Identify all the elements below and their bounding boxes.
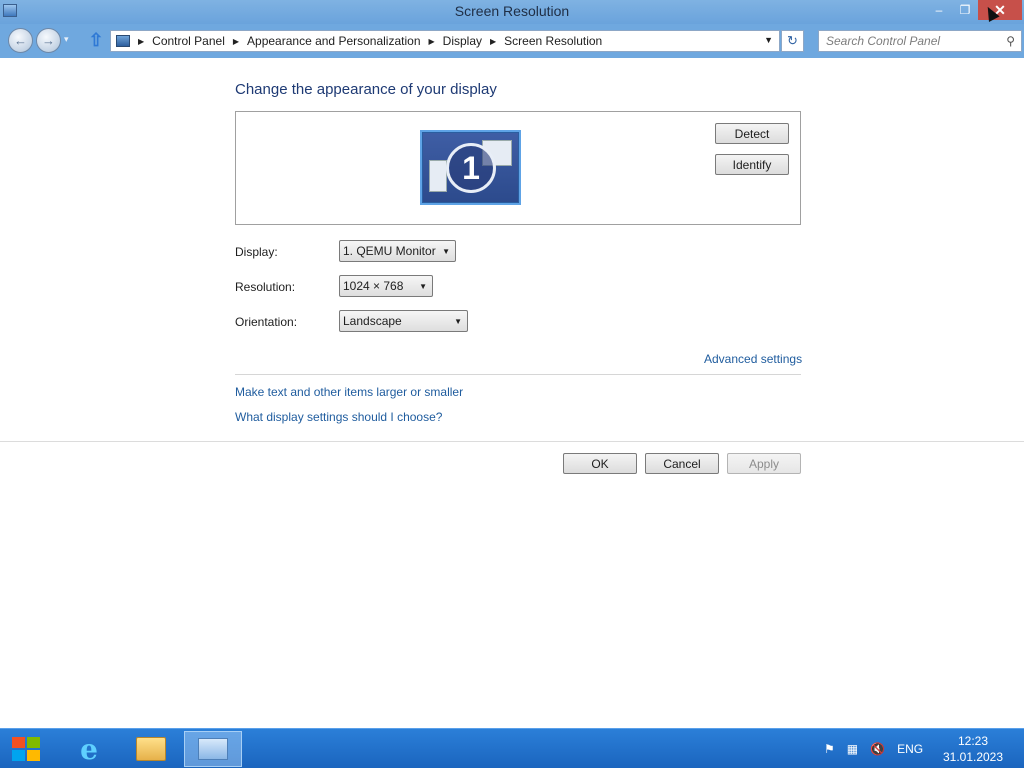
folder-icon	[136, 737, 166, 761]
chevron-down-icon: ▼	[419, 282, 427, 291]
window-thumbnail	[429, 160, 447, 192]
breadcrumb-screen-resolution[interactable]: Screen Resolution	[504, 34, 602, 48]
search-icon[interactable]: ⚲	[1006, 34, 1015, 48]
display-select[interactable]: 1. QEMU Monitor ▼	[339, 240, 456, 262]
windows-logo-icon	[27, 750, 40, 761]
back-button[interactable]: ←	[8, 28, 33, 53]
cancel-button[interactable]: Cancel	[645, 453, 719, 474]
orientation-value: Landscape	[343, 314, 402, 328]
taskbar-file-explorer[interactable]	[122, 731, 180, 767]
navigation-bar: ← → ▾ ⇧ ▶ Control Panel ▶ Appearance and…	[0, 24, 1024, 58]
search-input[interactable]: Search Control Panel ⚲	[818, 30, 1022, 52]
orientation-select[interactable]: Landscape ▼	[339, 310, 468, 332]
start-button[interactable]	[12, 737, 42, 761]
language-indicator[interactable]: ENG	[897, 742, 923, 756]
control-panel-icon	[116, 35, 130, 47]
maximize-button[interactable]: ❐	[952, 0, 978, 20]
ok-button[interactable]: OK	[563, 453, 637, 474]
arrow-right-icon: →	[42, 33, 55, 48]
breadcrumb-control-panel[interactable]: Control Panel	[152, 34, 225, 48]
chevron-right-icon[interactable]: ▶	[138, 37, 144, 46]
clock[interactable]: 12:23 31.01.2023	[934, 733, 1012, 765]
address-bar[interactable]: ▶ Control Panel ▶ Appearance and Persona…	[110, 30, 780, 52]
taskbar: e ⚑ ▦ 🔇 ENG 12:23 31.01.2023	[0, 728, 1024, 768]
control-panel-icon	[198, 738, 228, 760]
window-title: Screen Resolution	[454, 3, 570, 19]
search-placeholder: Search Control Panel	[826, 34, 941, 48]
address-dropdown-icon[interactable]: ▼	[764, 35, 773, 45]
forward-button[interactable]: →	[36, 28, 61, 53]
arrow-left-icon: ←	[14, 33, 27, 48]
resolution-select[interactable]: 1024 × 768 ▼	[339, 275, 433, 297]
monitor-number: 1	[446, 143, 496, 193]
windows-logo-icon	[12, 737, 25, 748]
resolution-label: Resolution:	[235, 280, 296, 294]
divider	[0, 441, 1024, 442]
main-content: Change the appearance of your display 1 …	[0, 58, 1024, 728]
orientation-label: Orientation:	[235, 315, 298, 329]
chevron-right-icon[interactable]: ▶	[429, 37, 435, 46]
internet-explorer-icon: e	[80, 732, 98, 766]
title-bar: Screen Resolution – ❐ ✕	[0, 0, 1024, 24]
display-label: Display:	[235, 245, 278, 259]
page-heading: Change the appearance of your display	[235, 81, 497, 98]
chevron-down-icon: ▼	[442, 247, 450, 256]
network-icon[interactable]: ▦	[847, 742, 858, 756]
breadcrumb-appearance[interactable]: Appearance and Personalization	[247, 34, 420, 48]
monitor-1-icon[interactable]: 1	[420, 130, 521, 205]
divider	[235, 374, 801, 375]
display-value: 1. QEMU Monitor	[343, 244, 436, 258]
chevron-right-icon[interactable]: ▶	[490, 37, 496, 46]
display-settings-help-link[interactable]: What display settings should I choose?	[235, 410, 442, 424]
taskbar-internet-explorer[interactable]: e	[60, 731, 118, 767]
recent-pages-dropdown[interactable]: ▾	[64, 34, 69, 45]
clock-time: 12:23	[957, 734, 989, 748]
system-tray: ⚑ ▦ 🔇 ENG	[824, 729, 935, 768]
windows-logo-icon	[12, 750, 25, 761]
arrow-up-icon: ⇧	[88, 29, 104, 50]
minimize-button[interactable]: –	[926, 0, 952, 20]
breadcrumb-display[interactable]: Display	[443, 34, 482, 48]
taskbar-control-panel[interactable]	[184, 731, 242, 767]
apply-button[interactable]: Apply	[727, 453, 801, 474]
text-size-link[interactable]: Make text and other items larger or smal…	[235, 385, 463, 399]
up-button[interactable]: ⇧	[85, 29, 107, 51]
resolution-value: 1024 × 768	[343, 279, 404, 293]
action-center-flag-icon[interactable]: ⚑	[824, 742, 835, 756]
detect-button[interactable]: Detect	[715, 123, 789, 144]
refresh-icon: ↻	[787, 33, 798, 48]
advanced-settings-link[interactable]: Advanced settings	[704, 352, 802, 366]
windows-logo-icon	[27, 737, 40, 748]
monitor-preview-area: 1 Detect Identify	[235, 111, 801, 225]
volume-muted-icon[interactable]: 🔇	[870, 742, 885, 756]
chevron-down-icon: ▼	[454, 317, 462, 326]
identify-button[interactable]: Identify	[715, 154, 789, 175]
refresh-button[interactable]: ↻	[781, 30, 804, 52]
chevron-right-icon[interactable]: ▶	[233, 37, 239, 46]
clock-date: 31.01.2023	[942, 750, 1004, 764]
